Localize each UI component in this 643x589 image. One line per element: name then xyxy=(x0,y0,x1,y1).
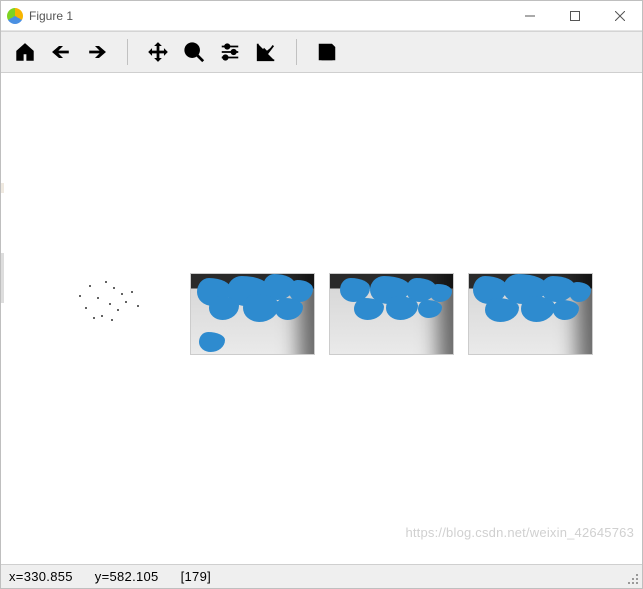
subplot-2[interactable] xyxy=(190,273,315,355)
toolbar-separator xyxy=(127,39,128,65)
forward-button[interactable] xyxy=(81,36,113,68)
home-button[interactable] xyxy=(9,36,41,68)
pan-button[interactable] xyxy=(142,36,174,68)
window-controls xyxy=(507,1,642,31)
save-button[interactable] xyxy=(311,36,343,68)
maximize-button[interactable] xyxy=(552,1,597,31)
configure-subplots-button[interactable] xyxy=(214,36,246,68)
subplot-row xyxy=(51,273,612,355)
zoom-button[interactable] xyxy=(178,36,210,68)
home-icon xyxy=(14,41,36,63)
cursor-y: y=582.105 xyxy=(95,569,159,584)
window-title: Figure 1 xyxy=(29,9,73,23)
pixel-intensity: [179] xyxy=(181,569,211,584)
save-icon xyxy=(316,41,338,63)
figure-window: Figure 1 xyxy=(0,0,643,589)
sliders-icon xyxy=(219,41,241,63)
minimize-button[interactable] xyxy=(507,1,552,31)
back-button[interactable] xyxy=(45,36,77,68)
status-bar: x=330.855 y=582.105 [179] xyxy=(1,564,642,588)
edge-artifact xyxy=(1,253,4,303)
edit-parameters-button[interactable] xyxy=(250,36,282,68)
subplot-4[interactable] xyxy=(468,273,593,355)
subplot-1[interactable] xyxy=(51,273,176,355)
resize-grip[interactable] xyxy=(628,574,640,586)
arrow-right-icon xyxy=(86,41,108,63)
navigation-toolbar xyxy=(1,31,642,73)
toolbar-separator xyxy=(296,39,297,65)
cursor-x: x=330.855 xyxy=(9,569,73,584)
matplotlib-icon xyxy=(7,8,23,24)
zoom-icon xyxy=(183,41,205,63)
arrow-left-icon xyxy=(50,41,72,63)
subplot-3[interactable] xyxy=(329,273,454,355)
watermark-text: https://blog.csdn.net/weixin_42645763 xyxy=(405,525,634,540)
edge-artifact xyxy=(1,183,4,193)
move-icon xyxy=(147,41,169,63)
close-button[interactable] xyxy=(597,1,642,31)
chart-line-icon xyxy=(255,41,277,63)
figure-canvas[interactable]: https://blog.csdn.net/weixin_42645763 xyxy=(1,73,642,564)
title-bar: Figure 1 xyxy=(1,1,642,31)
